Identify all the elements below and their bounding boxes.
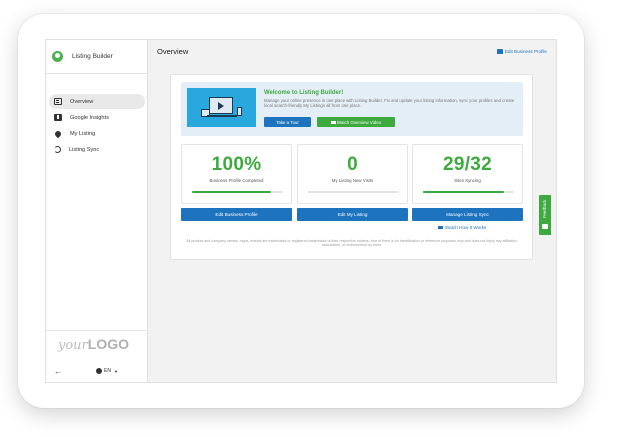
video-camera-icon bbox=[330, 120, 336, 124]
sidebar-item-listing-sync[interactable]: Listing Sync bbox=[49, 142, 145, 157]
sidebar-item-my-listing[interactable]: My Listing bbox=[49, 126, 145, 141]
brand-header[interactable]: Listing Builder bbox=[46, 40, 148, 74]
edit-business-profile-link[interactable]: Edit Business Profile bbox=[496, 49, 547, 54]
take-a-tour-button[interactable]: Take a Tour bbox=[264, 117, 311, 127]
stat-card-new-visits: 0 My Listing New Visits bbox=[297, 144, 408, 204]
app-screen: Listing Builder Overview Google Insights… bbox=[45, 39, 557, 383]
logo-logo: LOGO bbox=[87, 336, 129, 352]
top-bar: Overview Edit Business Profile bbox=[148, 40, 556, 64]
language-label: EN bbox=[104, 368, 111, 374]
insights-icon bbox=[54, 114, 62, 121]
feedback-icon bbox=[542, 224, 548, 229]
manage-listing-sync-button[interactable]: Manage Listing Sync bbox=[412, 208, 523, 221]
phone-icon bbox=[237, 107, 242, 116]
stat-value: 100% bbox=[211, 154, 262, 175]
watch-how-it-works-label: Watch How It Works bbox=[445, 225, 487, 230]
feedback-label: Feedback bbox=[542, 199, 547, 218]
sidebar-item-overview[interactable]: Overview bbox=[49, 94, 145, 109]
language-selector[interactable]: EN ▼ bbox=[96, 368, 118, 374]
edit-business-profile-button[interactable]: Edit Business Profile bbox=[181, 208, 292, 221]
stat-value: 0 bbox=[347, 154, 358, 175]
sync-icon bbox=[54, 146, 61, 153]
welcome-title: Welcome to Listing Builder! bbox=[264, 90, 344, 96]
progress-bar bbox=[192, 191, 283, 193]
overview-icon bbox=[54, 98, 62, 105]
take-a-tour-label: Take a Tour bbox=[276, 119, 299, 125]
play-icon bbox=[218, 102, 224, 110]
stat-card-profile-completed: 100% Business Profile Completed bbox=[181, 144, 292, 204]
back-arrow-icon[interactable]: ← bbox=[54, 367, 62, 376]
location-pin-icon bbox=[53, 129, 63, 138]
welcome-banner: Welcome to Listing Builder! Manage your … bbox=[181, 82, 523, 136]
stat-label: Sites Syncing bbox=[454, 178, 481, 183]
sidebar-item-label: Listing Sync bbox=[69, 146, 100, 153]
overview-card: Welcome to Listing Builder! Manage your … bbox=[170, 74, 533, 260]
button-label: Edit My Listing bbox=[337, 212, 368, 217]
stat-value: 29/32 bbox=[442, 154, 493, 175]
trademark-disclaimer: All product and company names, logos, br… bbox=[186, 239, 518, 248]
storefront-icon bbox=[496, 49, 503, 54]
app-name: Listing Builder bbox=[72, 53, 113, 60]
stat-label: My Listing New Visits bbox=[331, 178, 374, 183]
watch-overview-video-button[interactable]: Watch Overview Video bbox=[317, 117, 395, 127]
devices-illustration bbox=[187, 88, 256, 127]
stat-label: Business Profile Completed bbox=[209, 178, 264, 183]
sidebar: Listing Builder Overview Google Insights… bbox=[46, 40, 148, 382]
watch-how-it-works-link[interactable]: Watch How It Works bbox=[438, 225, 486, 230]
page-title: Overview bbox=[157, 47, 189, 56]
laptop-base-icon bbox=[207, 115, 237, 117]
watch-overview-video-label: Watch Overview Video bbox=[336, 119, 382, 125]
sidebar-item-google-insights[interactable]: Google Insights bbox=[49, 110, 145, 125]
stat-card-sites-syncing: 29/32 Sites Syncing bbox=[412, 144, 523, 204]
button-label: Edit Business Profile bbox=[215, 212, 258, 217]
sidebar-nav: Overview Google Insights My Listing List… bbox=[46, 94, 148, 158]
tablet-frame: Listing Builder Overview Google Insights… bbox=[18, 14, 584, 408]
progress-fill bbox=[192, 191, 272, 193]
globe-icon bbox=[96, 368, 102, 374]
listing-builder-logo-icon bbox=[52, 51, 63, 62]
feedback-tab[interactable]: Feedback bbox=[539, 195, 551, 235]
welcome-text: Manage your online presence in one place… bbox=[264, 98, 515, 109]
chevron-down-icon: ▼ bbox=[113, 368, 118, 374]
video-camera-icon bbox=[438, 225, 443, 230]
progress-bar bbox=[423, 191, 514, 193]
sidebar-item-label: Overview bbox=[70, 98, 94, 105]
partner-logo: yourLOGO bbox=[58, 336, 129, 353]
edit-business-profile-label: Edit Business Profile bbox=[504, 49, 547, 54]
logo-your: your bbox=[58, 338, 88, 353]
sidebar-item-label: Google Insights bbox=[70, 114, 109, 121]
sidebar-footer: yourLOGO ← EN ▼ bbox=[46, 330, 148, 382]
progress-fill bbox=[423, 191, 504, 193]
sidebar-item-label: My Listing bbox=[70, 130, 96, 137]
edit-my-listing-button[interactable]: Edit My Listing bbox=[297, 208, 408, 221]
progress-bar bbox=[308, 191, 399, 193]
button-label: Manage Listing Sync bbox=[446, 212, 489, 217]
